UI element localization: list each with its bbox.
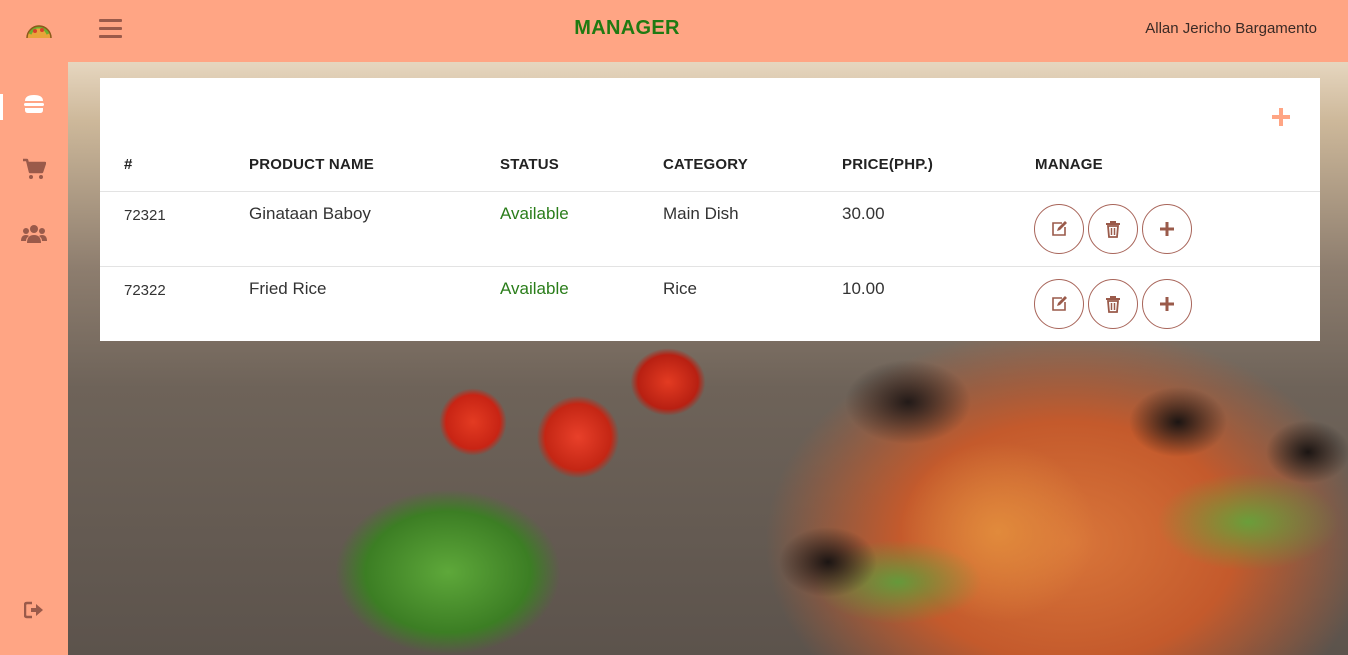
add-stock-button[interactable] [1142, 204, 1192, 254]
column-header-product-name: PRODUCT NAME [249, 156, 374, 173]
sidebar [0, 62, 68, 655]
table-row: 72322 Fried Rice Available Rice 10.00 [100, 267, 1320, 342]
column-header-id: # [124, 156, 133, 173]
add-product-button[interactable] [1272, 108, 1290, 126]
product-id: 72321 [124, 207, 166, 224]
delete-button[interactable] [1088, 204, 1138, 254]
column-header-manage: MANAGE [1035, 156, 1103, 173]
row-actions [1034, 279, 1192, 329]
user-name[interactable]: Allan Jericho Bargamento [1145, 20, 1317, 37]
sidebar-item-products[interactable] [0, 84, 68, 124]
product-category: Rice [663, 279, 698, 298]
edit-button[interactable] [1034, 279, 1084, 329]
edit-icon [1050, 220, 1068, 238]
product-name: Ginataan Baboy [249, 204, 371, 223]
row-actions [1034, 204, 1192, 254]
burger-icon [23, 94, 45, 114]
trash-icon [1105, 220, 1121, 238]
add-stock-button[interactable] [1142, 279, 1192, 329]
sign-out-icon [24, 601, 44, 619]
product-name: Fried Rice [249, 279, 327, 298]
plus-icon [1159, 296, 1175, 312]
column-header-price: PRICE(PHP.) [842, 156, 934, 173]
product-price: 10.00 [842, 279, 885, 298]
column-header-status: STATUS [500, 156, 559, 173]
edit-button[interactable] [1034, 204, 1084, 254]
users-icon [21, 224, 47, 244]
product-status: Available [500, 279, 569, 298]
trash-icon [1105, 295, 1121, 313]
cart-icon [22, 158, 46, 180]
product-status: Available [500, 204, 569, 223]
product-category: Main Dish [663, 204, 739, 223]
sidebar-item-orders[interactable] [0, 149, 68, 189]
table-row: 72321 Ginataan Baboy Available Main Dish… [100, 192, 1320, 267]
page-title: MANAGER [574, 17, 680, 39]
plus-icon [1159, 221, 1175, 237]
product-id: 72322 [124, 282, 166, 299]
table-header: # PRODUCT NAME STATUS CATEGORY PRICE(PHP… [100, 156, 1320, 192]
column-header-category: CATEGORY [663, 156, 748, 173]
top-bar: MANAGER Allan Jericho Bargamento [0, 0, 1348, 62]
edit-icon [1050, 295, 1068, 313]
logout-button[interactable] [0, 590, 68, 630]
product-price: 30.00 [842, 204, 885, 223]
products-card: # PRODUCT NAME STATUS CATEGORY PRICE(PHP… [100, 78, 1320, 341]
delete-button[interactable] [1088, 279, 1138, 329]
sidebar-item-users[interactable] [0, 214, 68, 254]
